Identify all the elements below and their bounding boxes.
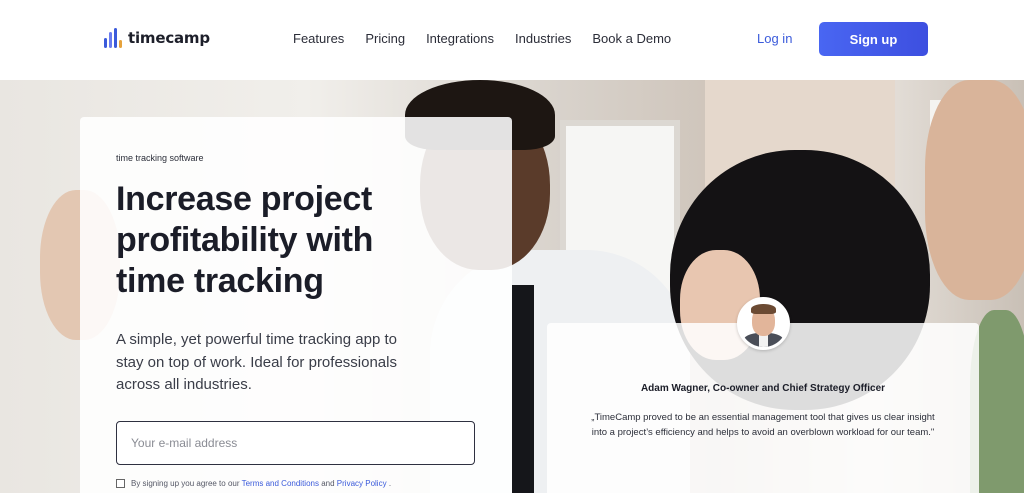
site-header: timecamp Features Pricing Integrations I…: [0, 0, 1024, 80]
nav-integrations[interactable]: Integrations: [426, 31, 494, 46]
testimonial-avatar: [737, 297, 790, 350]
hero-headline: Increase project profitability with time…: [116, 180, 374, 300]
privacy-link[interactable]: Privacy Policy: [337, 479, 387, 488]
consent-suffix: .: [388, 479, 392, 488]
person-right: [925, 80, 1024, 300]
nav-industries[interactable]: Industries: [515, 31, 571, 46]
man-tie: [512, 285, 534, 493]
terms-link[interactable]: Terms and Conditions: [242, 479, 319, 488]
login-link[interactable]: Log in: [757, 31, 792, 46]
nav-book-a-demo[interactable]: Book a Demo: [592, 31, 671, 46]
email-input[interactable]: [116, 421, 475, 465]
testimonial-quote: „TimeCamp proved to be an essential mana…: [591, 412, 935, 438]
nav-features[interactable]: Features: [293, 31, 344, 46]
consent-prefix: By signing up you agree to our: [131, 479, 240, 488]
main-nav: Features Pricing Integrations Industries…: [293, 31, 671, 46]
timecamp-logo[interactable]: timecamp: [104, 28, 210, 48]
hero-subtext: A simple, yet powerful time tracking app…: [116, 331, 397, 393]
consent-checkbox[interactable]: [116, 479, 125, 488]
testimonial-author: Adam Wagner, Co-owner and Chief Strategy…: [640, 383, 886, 394]
consent-text: By signing up you agree to our Terms and…: [131, 479, 391, 488]
timecamp-logo-icon: [104, 28, 122, 48]
signup-consent: By signing up you agree to our Terms and…: [116, 479, 391, 488]
nav-pricing[interactable]: Pricing: [365, 31, 405, 46]
signup-button[interactable]: Sign up: [819, 22, 928, 56]
logo-text: timecamp: [128, 29, 210, 47]
consent-and: and: [321, 479, 335, 488]
hero-card: time tracking software Increase project …: [80, 117, 512, 493]
hero-eyebrow: time tracking software: [116, 153, 204, 163]
